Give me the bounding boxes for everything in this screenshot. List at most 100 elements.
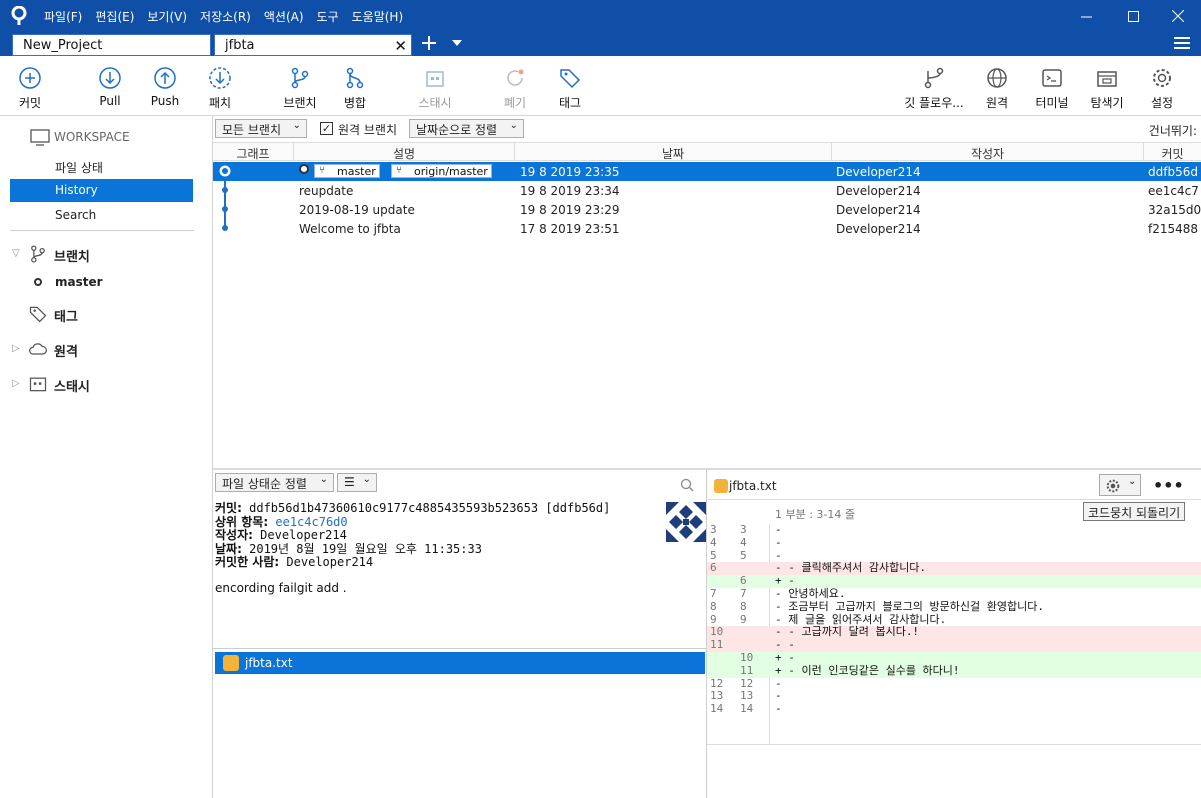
commit-label: 커밋 [18,96,42,110]
new-line-number: 14 [740,702,754,716]
tag-button[interactable]: 태그 [540,56,600,116]
graph-node-core [222,168,228,174]
list-icon: ☰ [344,475,355,489]
minimize-icon [1080,16,1092,17]
sidebar-item-history[interactable]: History [10,179,193,202]
history-filter-bar: 모든 브랜치 ⌄ ✓ 원격 브랜치 날짜순으로 정렬 ⌄ 건너뛰기: [213,116,1201,142]
table-row[interactable]: ⑂ master ⑂ origin/master 19 8 2019 23:35 D… [213,162,1201,181]
checkbox-checked-icon: ✓ [320,122,333,135]
menu-actions[interactable]: 액션(A) [264,8,304,25]
gear-icon [1153,69,1171,87]
view-mode-dropdown[interactable]: ☰ ⌄ [337,473,377,492]
diff-file-name: jfbta.txt [729,479,777,493]
menu-help[interactable]: 도움말(H) [352,8,404,25]
table-row[interactable]: 2019-08-19 update 19 8 2019 23:29 Develo… [213,200,1201,219]
branch-badge-origin-master[interactable]: ⑂ origin/master [391,164,492,178]
discard-button[interactable]: 폐기 [485,56,545,116]
menu-repository[interactable]: 저장소(R) [200,8,251,25]
commit-button[interactable]: 커밋 [0,56,60,116]
fetch-icon [209,67,231,89]
table-row[interactable]: Welcome to jfbta 17 8 2019 23:51 Develop… [213,219,1201,238]
explorer-icon [1097,71,1117,87]
revert-hunk-button[interactable]: 코드뭉치 되돌리기 [1083,502,1186,521]
menu-view[interactable]: 보기(V) [147,8,187,25]
diff-line[interactable]: 10 + - [707,650,1201,665]
menu-edit[interactable]: 편집(E) [95,8,134,25]
menu-file[interactable]: 파일(F) [44,8,82,25]
commit-description: Welcome to jfbta [299,222,401,236]
chevron-down-icon: ⌄ [292,120,301,131]
sidebar-group-stashes[interactable]: ▷ 스태시 [10,373,200,397]
sidebar-group-branches[interactable]: ▽ 브랜치 [10,243,200,267]
branch-filter-dropdown[interactable]: 모든 브랜치 ⌄ [215,119,307,138]
avatar [666,502,706,542]
pane-divider[interactable] [213,648,707,649]
sidebar-group-tags[interactable]: 태그 [10,303,200,327]
table-row[interactable]: reupdate 19 8 2019 23:34 Developer214 ee… [213,181,1201,200]
column-description[interactable]: 설명 [294,143,515,161]
more-options-icon[interactable]: ••• [1153,476,1184,495]
diff-line-text: - 조금부터 고급까지 블로그의 방문하신걸 환영합니다. [775,599,1044,613]
diff-line[interactable]: 14 14 - [707,702,1201,716]
gitflow-button[interactable]: 깃 플로우... [904,56,964,116]
maximize-button[interactable] [1110,0,1156,32]
new-line-number: 10 [740,650,754,664]
parent-link[interactable]: ee1c4c76d0 [275,515,347,529]
sidebar-item-file-status[interactable]: 파일 상태 [10,155,193,178]
file-sort-dropdown[interactable]: 파일 상태순 정렬 ⌄ [215,473,334,492]
column-date[interactable]: 날짜 [515,143,832,161]
diff-line-text: + - 이런 인코딩같은 실수를 하다니! [775,663,960,677]
chevron-right-icon[interactable]: ▷ [12,378,20,389]
push-icon [154,67,176,89]
workspace-label: WORKSPACE [54,130,130,144]
dropdown-value: 파일 상태순 정렬 [222,477,307,491]
column-graph[interactable]: 그래프 [213,143,294,161]
commit-hash: 32a15d0 [1148,203,1201,217]
tab-new-project[interactable]: New_Project [12,34,211,56]
commit-hash: ee1c4c7 [1148,184,1199,198]
sort-dropdown[interactable]: 날짜순으로 정렬 ⌄ [409,119,524,138]
hamburger-menu-icon[interactable] [1174,36,1190,50]
pull-button[interactable]: Pull [80,56,140,116]
commit-table-header: 그래프 설명 날짜 작성자 커밋 [213,142,1201,161]
tab-label: jfbta [225,38,255,53]
chevron-down-icon: ⌄ [362,474,371,485]
close-window-button[interactable] [1155,0,1201,32]
diff-line[interactable]: 4 4 - [707,536,1201,550]
diff-options-button[interactable]: ⌄ [1099,474,1141,496]
file-name: jfbta.txt [245,656,293,670]
remote-button[interactable]: 원격 [967,56,1027,116]
terminal-icon [1042,69,1062,87]
chevron-down-icon[interactable]: ▽ [12,248,20,259]
sidebar-item-search[interactable]: Search [10,204,193,227]
diff-line[interactable]: 3 3 - [707,523,1201,537]
add-tab-icon[interactable] [420,34,438,52]
branch-button[interactable]: 브랜치 [270,56,330,116]
file-list-item[interactable]: jfbta.txt [215,652,705,674]
diff-line[interactable]: 11 + - 이런 인코딩같은 실수를 하다니! [707,663,1201,678]
stashes-label: 스태시 [54,380,90,395]
settings-button[interactable]: 설정 [1132,56,1192,116]
merge-button[interactable]: 병합 [325,56,385,116]
column-commit[interactable]: 커밋 [1144,143,1201,161]
terminal-button[interactable]: 터미널 [1022,56,1082,116]
diff-line[interactable]: 7 7 - 안녕하세요. [707,587,1201,601]
search-icon[interactable] [680,478,694,492]
push-button[interactable]: Push [135,56,195,116]
stash-icon [29,377,47,392]
chevron-down-icon: ⌄ [1128,476,1137,487]
branch-badge-master[interactable]: ⑂ master [314,164,380,178]
minimize-button[interactable] [1063,0,1109,32]
diff-line[interactable]: 8 8 - 조금부터 고급까지 블로그의 방문하신걸 환영합니다. [707,599,1201,614]
chevron-right-icon[interactable]: ▷ [12,343,20,354]
sidebar-group-remotes[interactable]: ▷ 원격 [10,338,200,362]
fetch-button[interactable]: 패치 [190,56,250,116]
diff-pane: jfbta.txt ⌄ ••• 1 부분 : 3-14 줄 코드뭉치 되돌리기 … [707,470,1201,798]
column-author[interactable]: 작성자 [832,143,1144,161]
menu-tools[interactable]: 도구 [317,8,339,25]
tab-dropdown-icon[interactable] [452,40,462,46]
tab-jfbta[interactable]: jfbta ✕ [214,34,412,56]
tab-close-icon[interactable]: ✕ [394,37,407,55]
explorer-button[interactable]: 탐색기 [1077,56,1137,116]
stash-button[interactable]: 스태시 [405,56,465,116]
